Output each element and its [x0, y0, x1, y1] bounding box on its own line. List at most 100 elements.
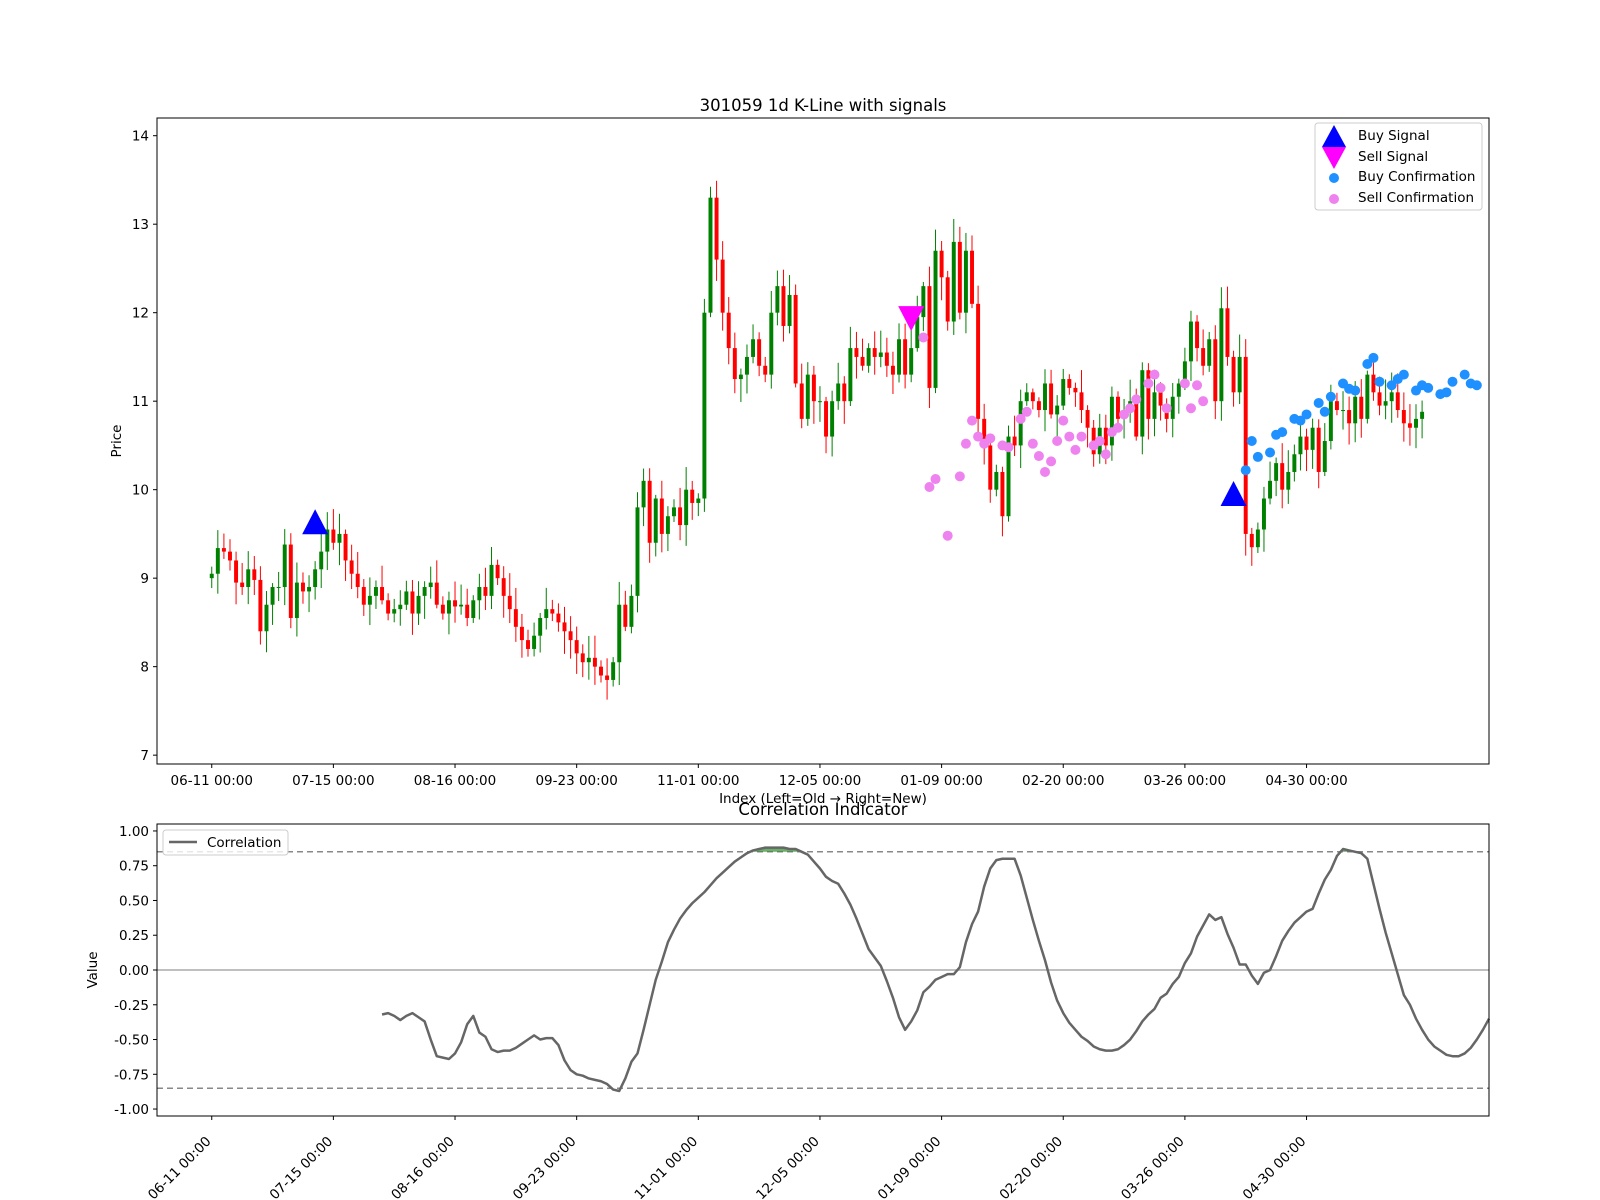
kline-x-tick-label: 09-23 00:00 — [535, 773, 617, 789]
kline-y-tick-label: 8 — [140, 660, 149, 676]
candle-body — [1146, 370, 1151, 419]
legend-label-correlation: Correlation — [207, 835, 281, 851]
candle-body — [824, 401, 829, 437]
correlation-y-tick-label: -1.00 — [114, 1102, 149, 1118]
candle-body — [738, 374, 743, 380]
candle-body — [373, 587, 378, 596]
candle-body — [1109, 396, 1114, 446]
candle-body — [495, 564, 500, 579]
sell-confirmation-point — [1027, 438, 1038, 449]
candle-body — [1036, 401, 1041, 411]
buy-confirmation-point — [1240, 465, 1251, 476]
kline-x-tick-label: 02-20 00:00 — [1022, 773, 1104, 789]
candle-body — [343, 533, 348, 561]
candle-body — [586, 657, 591, 663]
candle-body — [513, 609, 518, 627]
candle-body — [349, 560, 354, 574]
candle-body — [872, 348, 877, 357]
candle-body — [1201, 348, 1206, 366]
candle-body — [434, 582, 439, 605]
candle-body — [963, 250, 968, 313]
candle-body — [611, 662, 616, 680]
sell-confirmation-point — [1033, 451, 1044, 462]
candle-body — [854, 348, 859, 357]
candle-body — [1024, 392, 1029, 402]
sell-confirmation-point — [1155, 382, 1166, 393]
buy-confirmation-point — [1374, 376, 1385, 387]
candle-body — [702, 312, 707, 499]
candle-body — [1359, 396, 1364, 419]
candle-body — [483, 587, 488, 596]
candle-body — [258, 579, 263, 632]
candle-body — [246, 569, 251, 588]
candle-body — [726, 312, 731, 349]
candle-body — [300, 582, 305, 592]
sell-confirmation-point — [1100, 449, 1111, 460]
candle-body — [1347, 410, 1352, 424]
buy-confirmation-point — [1459, 369, 1470, 380]
candle-body — [860, 356, 865, 366]
sell-confirmation-point — [1143, 378, 1154, 389]
sell-confirmation-point — [1021, 406, 1032, 417]
candle — [1243, 339, 1248, 556]
legend-label-sell-confirmation: Sell Confirmation — [1358, 190, 1474, 206]
candle-body — [392, 609, 397, 614]
candle-body — [897, 339, 902, 375]
legend-label-buy-signal: Buy Signal — [1358, 128, 1430, 144]
sell-confirmation-point — [1179, 378, 1190, 389]
candle-body — [428, 582, 433, 588]
kline-x-tick-label: 12-05 00:00 — [779, 773, 861, 789]
candle-body — [1000, 471, 1005, 517]
candle-body — [976, 303, 981, 419]
correlation-y-tick-label: 0.50 — [119, 893, 149, 909]
candle-body — [1395, 392, 1400, 411]
candle-body — [477, 587, 482, 601]
sell-confirmation-point — [1052, 436, 1063, 446]
candle-body — [544, 609, 549, 618]
candle-body — [878, 352, 883, 357]
candle-body — [471, 600, 476, 618]
candle-body — [757, 339, 762, 366]
candle-body — [1365, 374, 1370, 419]
candle-body — [1055, 405, 1060, 415]
candle-body — [939, 250, 944, 278]
candle-body — [848, 348, 853, 402]
candle-body — [836, 383, 841, 402]
sell-confirmation-point — [1198, 396, 1209, 407]
candle-body — [921, 286, 926, 318]
candle-body — [1237, 356, 1242, 393]
sell-confirmation-legend-icon — [1329, 194, 1339, 204]
candle-body — [647, 480, 652, 543]
kline-legend: Buy Signal Sell Signal Buy Confirmation … — [1314, 122, 1483, 211]
correlation-y-tick-label: 0.00 — [119, 963, 149, 979]
candle — [708, 186, 713, 318]
candle-body — [1274, 463, 1279, 481]
candle-body — [1030, 392, 1035, 402]
buy-confirmation-point — [1465, 378, 1476, 389]
candle-body — [799, 383, 804, 419]
candle-body — [221, 548, 226, 552]
candle-body — [1195, 321, 1200, 349]
candle-body — [410, 591, 415, 614]
candle-body — [830, 401, 835, 437]
candle-body — [1243, 356, 1248, 534]
candle-body — [1207, 339, 1212, 366]
candle-body — [1255, 529, 1260, 548]
candle-body — [1371, 374, 1376, 393]
candle-body — [732, 348, 737, 380]
sell-confirmation-point — [1125, 403, 1136, 414]
kline-x-tick-label: 01-09 00:00 — [900, 773, 982, 789]
sell-confirmation-point — [1064, 431, 1075, 442]
candle-body — [294, 582, 299, 618]
candle-body — [641, 480, 646, 508]
candle-body — [1389, 392, 1394, 402]
candle-body — [532, 635, 537, 649]
candle-body — [617, 604, 622, 663]
candle-body — [1322, 441, 1327, 472]
candle-body — [1061, 379, 1066, 406]
candle-body — [1377, 392, 1382, 406]
candle-body — [228, 551, 232, 561]
candle-body — [1085, 410, 1090, 428]
candle-body — [1140, 370, 1145, 437]
candle-body — [1158, 392, 1163, 406]
